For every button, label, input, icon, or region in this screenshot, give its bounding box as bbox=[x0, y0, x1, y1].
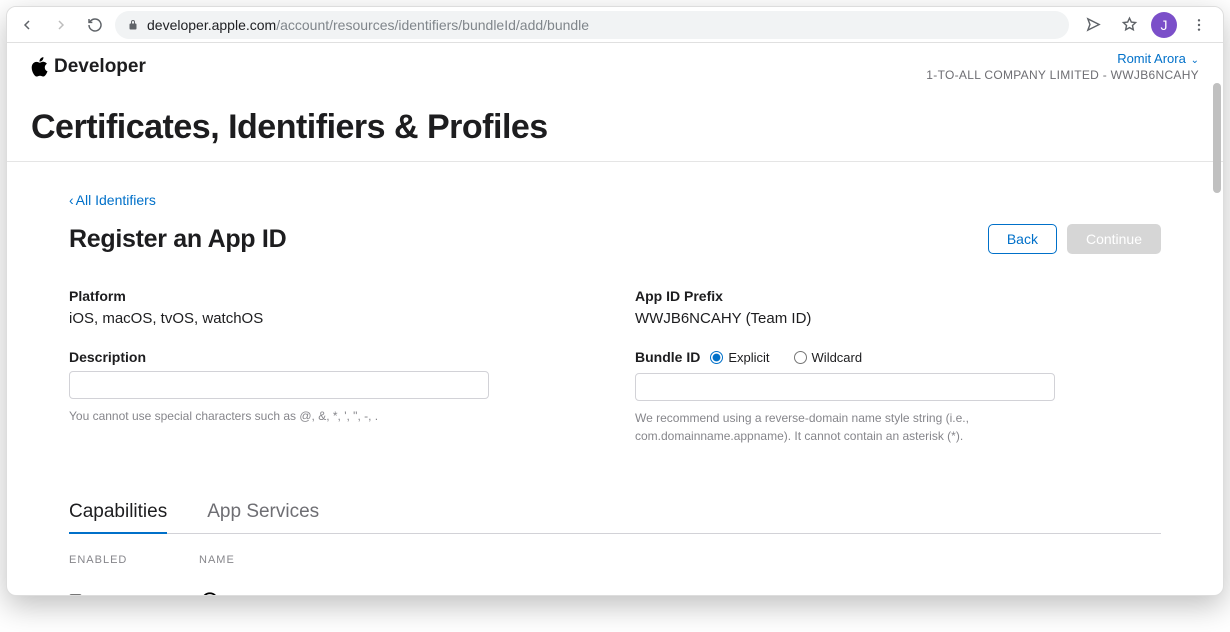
nav-back-button[interactable] bbox=[13, 11, 41, 39]
description-hint: You cannot use special characters such a… bbox=[69, 407, 489, 425]
back-button[interactable]: Back bbox=[988, 224, 1057, 254]
browser-toolbar: developer.apple.com/account/resources/id… bbox=[7, 7, 1223, 43]
bundle-id-label: Bundle ID bbox=[635, 349, 700, 365]
scrollbar-thumb[interactable] bbox=[1213, 83, 1221, 193]
bundle-type-explicit-radio[interactable]: Explicit bbox=[710, 350, 769, 365]
prefix-label: App ID Prefix bbox=[635, 288, 1161, 304]
site-header: Developer Romit Arora ⌄ 1-TO-ALL COMPANY… bbox=[7, 43, 1223, 88]
wifi-search-icon bbox=[199, 590, 225, 595]
send-icon[interactable] bbox=[1079, 11, 1107, 39]
capability-name: Access WiFi Information bbox=[243, 594, 415, 595]
prefix-value: WWJB6NCAHY (Team ID) bbox=[635, 310, 1161, 327]
profile-avatar[interactable]: J bbox=[1151, 12, 1177, 38]
bundle-id-hint: We recommend using a reverse-domain name… bbox=[635, 409, 1055, 445]
page-title: Certificates, Identifiers & Profiles bbox=[31, 108, 1199, 147]
chevron-down-icon: ⌄ bbox=[1188, 55, 1199, 66]
url-path: /account/resources/identifiers/bundleId/… bbox=[276, 17, 589, 33]
account-org-label: 1-TO-ALL COMPANY LIMITED - WWJB6NCAHY bbox=[926, 68, 1199, 82]
address-bar[interactable]: developer.apple.com/account/resources/id… bbox=[115, 11, 1069, 39]
continue-button[interactable]: Continue bbox=[1067, 224, 1161, 254]
nav-reload-button[interactable] bbox=[81, 11, 109, 39]
section-title: Register an App ID bbox=[69, 225, 286, 254]
brand-label: Developer bbox=[54, 56, 146, 78]
bundle-type-wildcard-radio[interactable]: Wildcard bbox=[794, 350, 863, 365]
back-to-identifiers-link[interactable]: ‹ All Identifiers bbox=[69, 192, 156, 208]
kebab-menu-icon[interactable] bbox=[1185, 11, 1213, 39]
brand[interactable]: Developer bbox=[31, 56, 146, 78]
col-enabled-header: ENABLED bbox=[69, 554, 199, 566]
url-host: developer.apple.com bbox=[147, 17, 276, 33]
apple-logo-icon bbox=[31, 57, 48, 77]
bundle-id-input[interactable] bbox=[635, 373, 1055, 401]
description-label: Description bbox=[69, 349, 595, 365]
platform-label: Platform bbox=[69, 288, 595, 304]
capability-row: Access WiFi Information i bbox=[69, 580, 1161, 595]
nav-forward-button[interactable] bbox=[47, 11, 75, 39]
col-name-header: NAME bbox=[199, 554, 1161, 566]
tab-app-services[interactable]: App Services bbox=[207, 501, 319, 533]
chevron-left-icon: ‹ bbox=[69, 192, 74, 208]
account-user-menu[interactable]: Romit Arora ⌄ bbox=[926, 51, 1199, 66]
bookmark-star-icon[interactable] bbox=[1115, 11, 1143, 39]
platform-value: iOS, macOS, tvOS, watchOS bbox=[69, 310, 595, 327]
capability-enable-checkbox[interactable] bbox=[69, 594, 82, 595]
lock-icon bbox=[127, 19, 139, 31]
description-input[interactable] bbox=[69, 371, 489, 399]
tab-capabilities[interactable]: Capabilities bbox=[69, 501, 167, 533]
